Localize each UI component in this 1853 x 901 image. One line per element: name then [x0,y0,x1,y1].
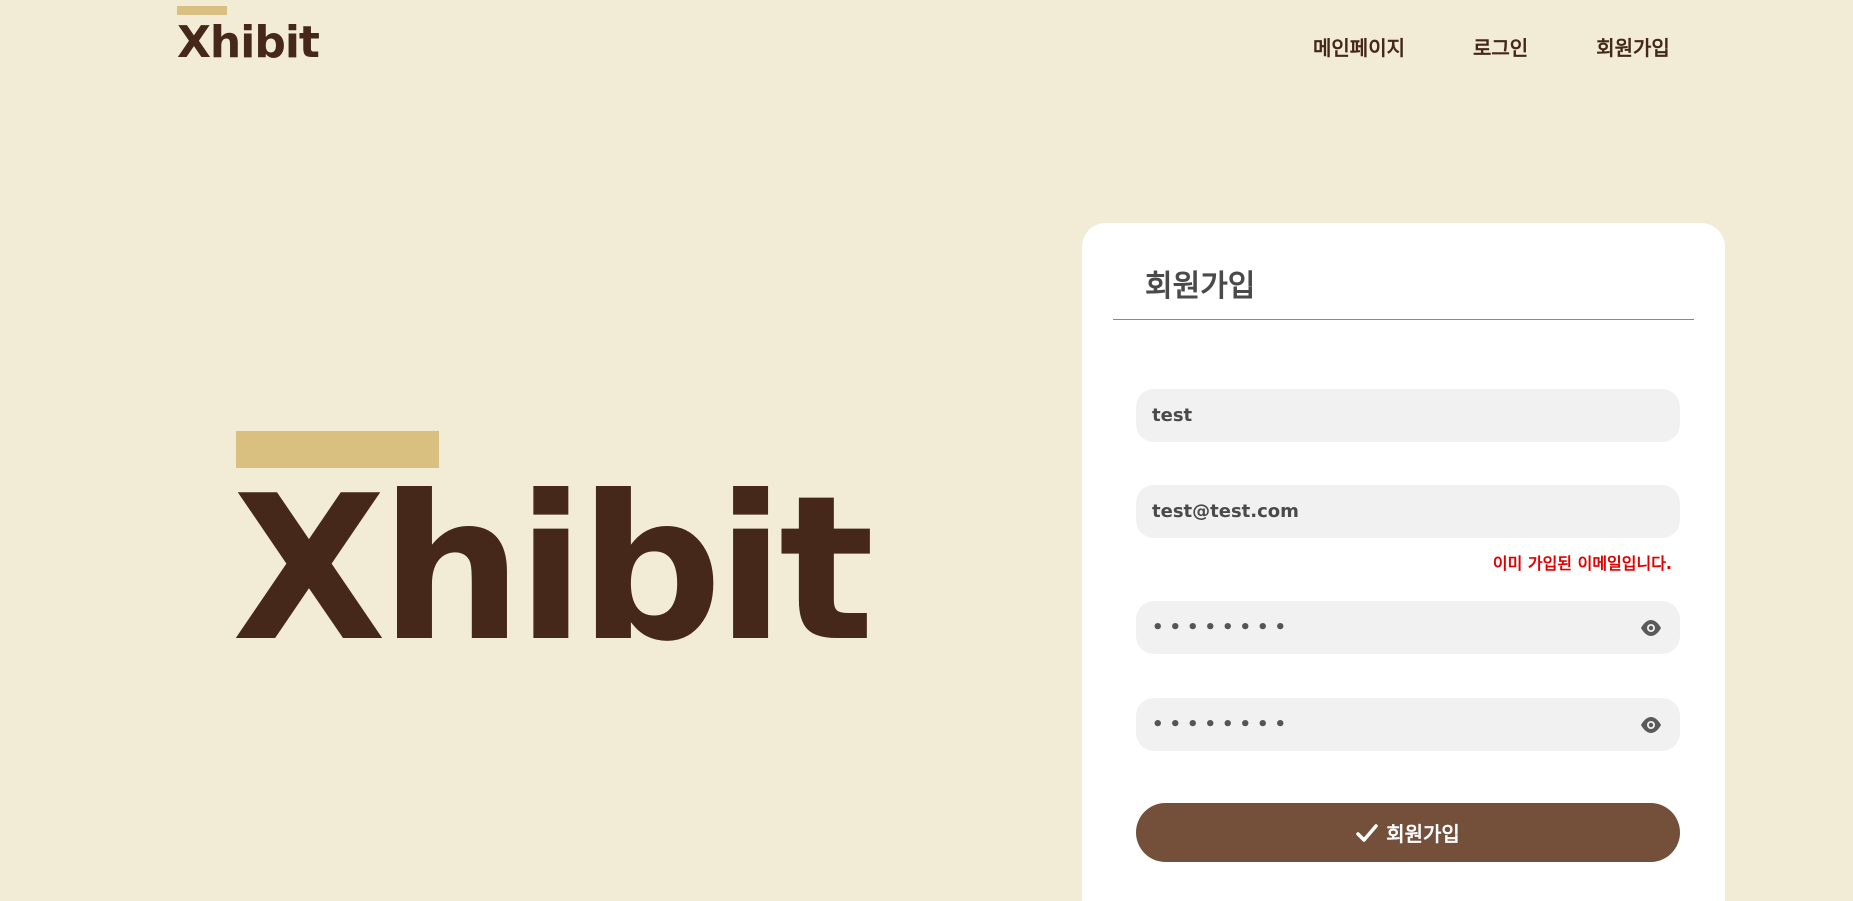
nav-link-login[interactable]: 로그인 [1473,32,1528,61]
email-input[interactable] [1152,501,1664,522]
signup-card: 회원가입 이미 가입된 이메일입니다. •••••••• •••••••• [1082,223,1725,901]
top-nav: 메인페이지 로그인 회원가입 [1313,32,1670,61]
username-field[interactable] [1136,389,1680,442]
username-input[interactable] [1152,405,1664,426]
signup-submit-button[interactable]: 회원가입 [1136,803,1680,862]
eye-icon[interactable] [1638,712,1664,738]
email-field[interactable] [1136,485,1680,538]
password-field[interactable]: •••••••• [1136,601,1680,654]
title-divider [1113,319,1694,320]
password-confirm-input[interactable]: •••••••• [1152,714,1638,735]
password-input[interactable]: •••••••• [1152,617,1638,638]
header-logo-accent-bar [177,6,227,15]
signup-submit-label: 회원가입 [1386,822,1460,846]
check-icon [1356,823,1378,843]
eye-icon[interactable] [1638,615,1664,641]
nav-link-main[interactable]: 메인페이지 [1313,32,1405,61]
header-logo-text: Xhibit [177,17,320,68]
hero-logo-text: Xhibit [232,453,874,686]
password-confirm-field[interactable]: •••••••• [1136,698,1680,751]
signup-page: Xhibit 메인페이지 로그인 회원가입 Xhibit 회원가입 이미 가입된… [0,0,1853,901]
signup-title: 회원가입 [1145,269,1256,304]
nav-link-signup[interactable]: 회원가입 [1596,32,1670,61]
email-error-message: 이미 가입된 이메일입니다. [1492,554,1672,573]
